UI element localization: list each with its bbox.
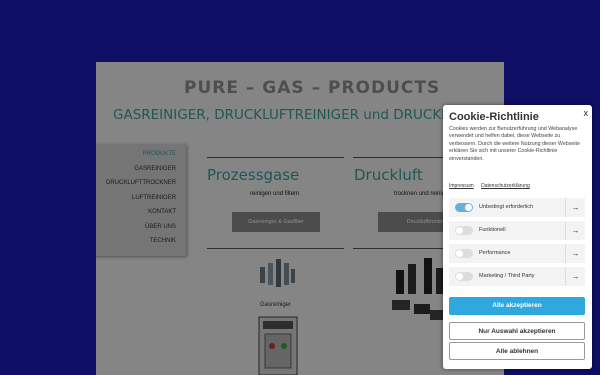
- category-label: Marketing / Third Party: [479, 273, 535, 279]
- cookie-dialog: Cookie-Richtlinie x Cookies werden zur B…: [443, 105, 592, 369]
- divider-top-left: [207, 157, 344, 158]
- nav-item-technik[interactable]: TECHNIK: [96, 234, 186, 249]
- nav-item-gasreiniger[interactable]: GASREINIGER: [96, 162, 186, 177]
- category-row-functional[interactable]: Funktionell →: [449, 221, 585, 240]
- prozessgase-title: Prozessgase: [207, 166, 300, 184]
- brand-title: PURE – GAS – PRODUCTS: [184, 78, 441, 98]
- cookie-dialog-links: Impressum Datenschutzerklärung: [449, 183, 536, 189]
- category-label: Unbedingt erforderlich: [479, 204, 534, 210]
- category-label: Funktionell: [479, 227, 506, 233]
- cookie-dialog-title: Cookie-Richtlinie: [449, 111, 539, 123]
- performance-toggle[interactable]: [455, 249, 473, 258]
- nav-item-drucklufttrockner[interactable]: DRUCKLUFTTROCKNER: [96, 176, 186, 191]
- nav-item-luftreiniger[interactable]: LUFTREINIGER: [96, 191, 186, 206]
- accept-selection-button[interactable]: Nur Auswahl akzeptieren: [449, 322, 585, 340]
- druckluft-title: Druckluft: [354, 166, 423, 184]
- side-navigation: PRODUKTE GASREINIGER DRUCKLUFTTROCKNER L…: [96, 144, 186, 256]
- cookie-dialog-text: Cookies werden zur Benutzerführung und W…: [449, 126, 580, 162]
- arrow-right-icon[interactable]: →: [565, 221, 585, 240]
- gas-cabinet-image[interactable]: [258, 316, 298, 375]
- gasreiniger-button[interactable]: Gasreiniger & Gasfilter: [232, 212, 320, 232]
- marketing-toggle[interactable]: [455, 272, 473, 281]
- gasreiniger-caption: Gasreiniger: [260, 302, 292, 308]
- nav-item-ueber-uns[interactable]: ÜBER UNS: [96, 220, 186, 235]
- category-row-performance[interactable]: Performance →: [449, 244, 585, 263]
- impressum-link[interactable]: Impressum: [449, 183, 474, 189]
- arrow-right-icon[interactable]: →: [565, 244, 585, 263]
- arrow-right-icon[interactable]: →: [565, 198, 585, 217]
- nav-item-produkte[interactable]: PRODUKTE: [96, 147, 186, 162]
- category-row-marketing[interactable]: Marketing / Third Party →: [449, 267, 585, 286]
- reject-all-button[interactable]: Alle ablehnen: [449, 342, 585, 360]
- datenschutz-link[interactable]: Datenschutzerklärung: [481, 183, 530, 189]
- gas-filter-image[interactable]: [256, 257, 296, 291]
- close-icon[interactable]: x: [584, 108, 589, 118]
- compressed-air-dryer-image[interactable]: [390, 258, 450, 328]
- category-label: Performance: [479, 250, 511, 256]
- arrow-right-icon[interactable]: →: [565, 267, 585, 286]
- nav-item-kontakt[interactable]: KONTAKT: [96, 205, 186, 220]
- functional-toggle[interactable]: [455, 226, 473, 235]
- necessary-toggle[interactable]: [455, 203, 473, 212]
- divider-bottom-left: [207, 248, 344, 249]
- prozessgase-subtitle: reinigen und filtern: [250, 191, 300, 197]
- category-row-necessary[interactable]: Unbedingt erforderlich →: [449, 198, 585, 217]
- accept-all-button[interactable]: Alle akzeptieren: [449, 297, 585, 315]
